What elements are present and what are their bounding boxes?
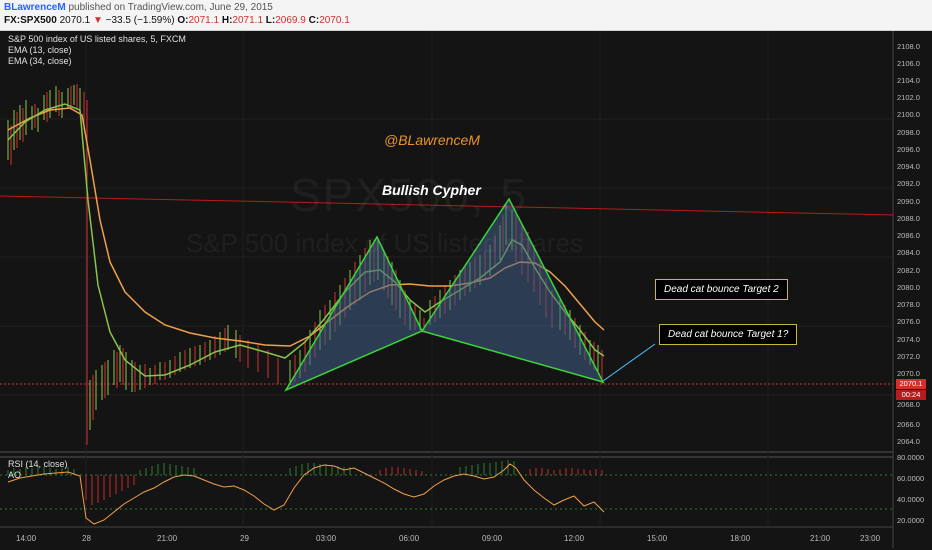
price-tick: 2070.0 (897, 369, 920, 378)
rsi-legend[interactable]: RSI (14, close) (8, 459, 68, 469)
price-tick: 2098.0 (897, 128, 920, 137)
time-tick: 12:00 (564, 534, 585, 543)
time-tick: 23:00 (860, 534, 881, 543)
price-tick: 2096.0 (897, 145, 920, 154)
time-tick: 18:00 (730, 534, 751, 543)
price-tick: 2074.0 (897, 335, 920, 344)
time-tick: 21:00 (157, 534, 178, 543)
author-annotation[interactable]: @BLawrenceM (384, 132, 480, 148)
low-value: 2069.9 (275, 15, 306, 26)
price-tick: 2076.0 (897, 317, 920, 326)
rsi-line (7, 463, 605, 525)
price-tick: 2108.0 (897, 42, 920, 51)
rsi-tick: 40.0000 (897, 495, 925, 504)
chart-title: S&P 500 index of US listed shares, 5, FX… (8, 34, 186, 44)
open-value: 2071.1 (188, 15, 220, 26)
price-tick: 2090.0 (897, 197, 920, 206)
price-tick: 2066.0 (897, 420, 920, 429)
price-tick: 2088.0 (897, 214, 920, 223)
close-value: 2070.1 (319, 15, 350, 26)
price-tick: 2100.0 (897, 110, 920, 119)
price-tick: 2078.0 (897, 300, 920, 309)
price-tick: 2064.0 (897, 437, 920, 446)
publish-line: BLawrenceM published on TradingView.com,… (4, 2, 273, 13)
price-tick: 2086.0 (897, 231, 920, 240)
low-label: L: (265, 15, 276, 26)
time-tick: 28 (82, 534, 91, 543)
cypher-right-triangle (420, 197, 605, 384)
price-bars (7, 84, 603, 445)
price-tick: 2082.0 (897, 266, 920, 275)
price-tick: 2084.0 (897, 248, 920, 257)
pattern-label[interactable]: Bullish Cypher (382, 182, 481, 198)
chart-canvas (0, 31, 894, 548)
price-tick: 2094.0 (897, 162, 920, 171)
target1-pointer (602, 343, 656, 382)
countdown-badge: 00:24 (896, 390, 926, 400)
publish-header: BLawrenceM published on TradingView.com,… (0, 0, 932, 31)
time-tick: 15:00 (647, 534, 668, 543)
published-text: published on TradingView.com, June 29, 2… (68, 2, 273, 13)
ema13-legend[interactable]: EMA (13, close) (8, 45, 72, 55)
time-tick: 09:00 (482, 534, 503, 543)
price-tick: 2072.0 (897, 352, 920, 361)
price-tick: 2104.0 (897, 76, 920, 85)
author-link[interactable]: BLawrenceM (4, 2, 66, 13)
target1-label[interactable]: Dead cat bounce Target 1? (659, 324, 798, 345)
time-tick: 03:00 (316, 534, 337, 543)
ao-histogram-down (85, 467, 603, 505)
price-tick: 2106.0 (897, 59, 920, 68)
chart-area[interactable] (0, 31, 932, 550)
rsi-tick: 80.0000 (897, 453, 925, 462)
price-tick: 2102.0 (897, 93, 920, 102)
time-tick: 14:00 (16, 534, 37, 543)
ema34-legend[interactable]: EMA (34, close) (8, 56, 72, 66)
price-change: −33.5 (−1.59%) (105, 15, 175, 26)
price-tick: 2068.0 (897, 400, 920, 409)
description-watermark: S&P 500 index of US listed shares (186, 228, 583, 258)
down-arrow-icon: ▼ (92, 15, 103, 26)
high-value: 2071.1 (232, 15, 264, 26)
down-candles (10, 84, 603, 445)
cypher-left-triangle (284, 235, 424, 392)
open-label: O: (177, 15, 189, 26)
high-label: H: (221, 15, 233, 26)
time-tick: 29 (240, 534, 249, 543)
price-tick: 2092.0 (897, 179, 920, 188)
ao-legend[interactable]: AO (8, 470, 21, 480)
rsi-tick: 20.0000 (897, 516, 925, 525)
price-tick: 2080.0 (897, 283, 920, 292)
time-tick: 21:00 (810, 534, 831, 543)
ao-histogram-up (7, 460, 515, 475)
time-tick: 06:00 (399, 534, 420, 543)
quote-line: FX:SPX500 2070.1 ▼ −33.5 (−1.59%) O:2071… (4, 15, 350, 26)
last-price: 2070.1 (59, 15, 91, 26)
current-price-badge: 2070.1 (896, 379, 926, 389)
close-label: C: (308, 15, 320, 26)
rsi-tick: 60.0000 (897, 474, 925, 483)
ema-34-line (7, 107, 605, 347)
rsi-panel (0, 460, 893, 525)
symbol-label[interactable]: FX:SPX500 (4, 15, 57, 26)
target2-label[interactable]: Dead cat bounce Target 2 (655, 279, 788, 300)
